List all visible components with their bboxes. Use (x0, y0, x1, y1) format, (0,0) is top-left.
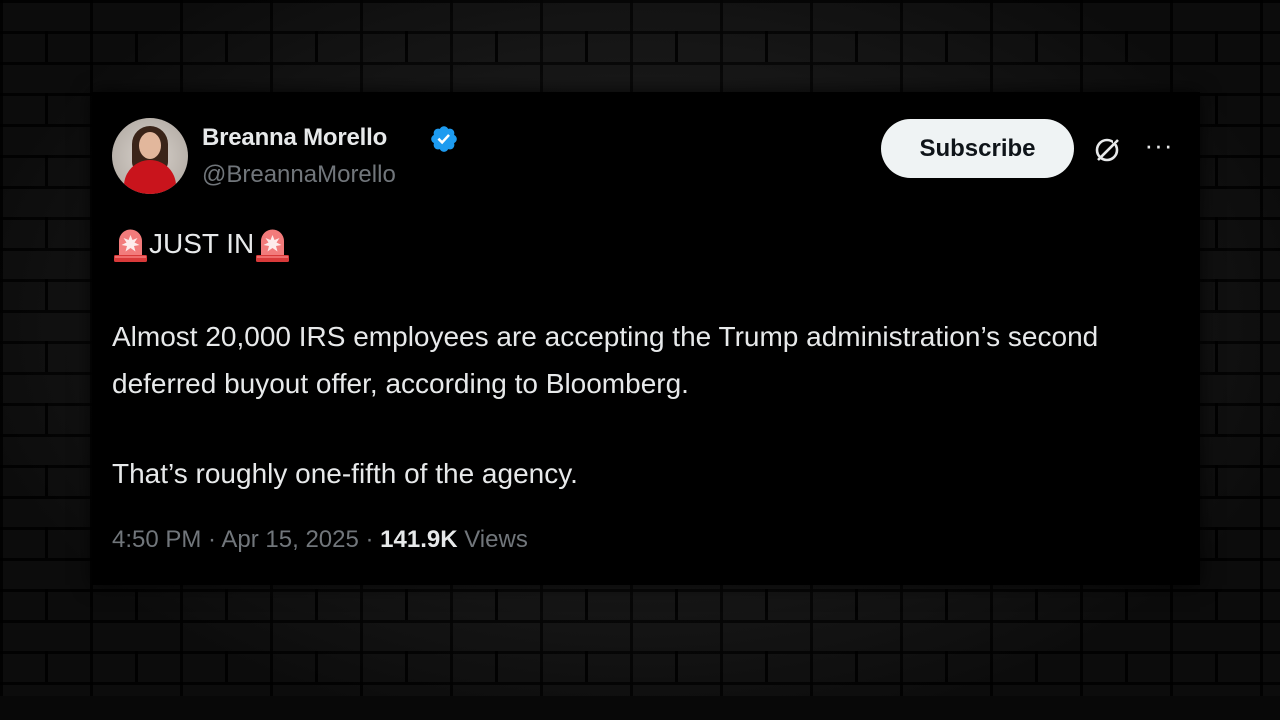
post-meta: 4:50 PM · Apr 15, 2025 · 141.9K Views (112, 526, 528, 554)
tweet-card: Breanna Morello @BreannaMorello Subscrib… (92, 92, 1200, 585)
avatar[interactable] (112, 118, 188, 194)
subscribe-button[interactable]: Subscribe (881, 119, 1074, 178)
author-handle[interactable]: @BreannaMorello (202, 161, 396, 189)
author-name[interactable]: Breanna Morello (202, 124, 387, 152)
headline-text: JUST IN (149, 228, 255, 259)
grok-icon[interactable] (1093, 134, 1123, 164)
views-label: Views (464, 526, 528, 553)
post-body: Almost 20,000 IRS employees are acceptin… (112, 313, 1182, 497)
more-icon[interactable]: ··· (1144, 132, 1174, 162)
police-siren-icon (114, 229, 147, 262)
post-time[interactable]: 4:50 PM (112, 526, 201, 553)
meta-separator: · (201, 526, 222, 553)
post-date[interactable]: Apr 15, 2025 (221, 526, 358, 553)
post-paragraph: That’s roughly one-fifth of the agency. (112, 458, 578, 489)
police-siren-icon (256, 229, 290, 262)
headline: JUST IN (112, 224, 291, 264)
bottom-band (0, 696, 1280, 720)
views-count: 141.9K (380, 526, 458, 553)
meta-separator: · (358, 526, 381, 553)
verified-badge-icon (431, 126, 457, 152)
post-paragraph: Almost 20,000 IRS employees are acceptin… (112, 321, 1099, 399)
